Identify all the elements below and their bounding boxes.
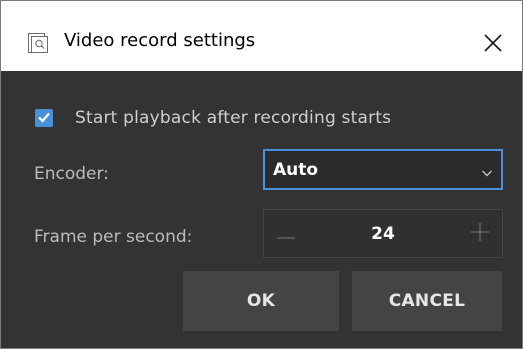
close-button[interactable] [469, 23, 517, 63]
checkmark-icon [37, 109, 51, 128]
fps-value[interactable]: 24 [308, 224, 458, 244]
encoder-label: Encoder: [34, 164, 109, 184]
start-playback-option[interactable]: Start playback after recording starts [35, 108, 391, 128]
encoder-select[interactable]: Auto [263, 149, 503, 190]
ok-button[interactable]: OK [183, 271, 339, 331]
encoder-selected-value: Auto [273, 160, 319, 180]
dialog-content: Start playback after recording starts En… [1, 71, 522, 348]
start-playback-label: Start playback after recording starts [75, 108, 392, 128]
video-settings-icon [27, 32, 49, 54]
fps-label: Frame per second: [34, 227, 193, 247]
fps-increment-button[interactable] [458, 210, 502, 257]
dialog-title: Video record settings [64, 30, 256, 51]
fps-decrement-button[interactable] [264, 210, 308, 257]
cancel-button[interactable]: CANCEL [352, 271, 502, 331]
minus-icon [277, 224, 295, 243]
video-record-settings-dialog: Video record settings Start playback aft… [0, 0, 523, 349]
start-playback-checkbox[interactable] [35, 109, 53, 127]
close-icon [484, 34, 502, 52]
plus-icon [471, 222, 489, 245]
fps-stepper[interactable]: 24 [263, 209, 503, 258]
chevron-down-icon [481, 163, 493, 182]
title-bar: Video record settings [1, 1, 522, 71]
